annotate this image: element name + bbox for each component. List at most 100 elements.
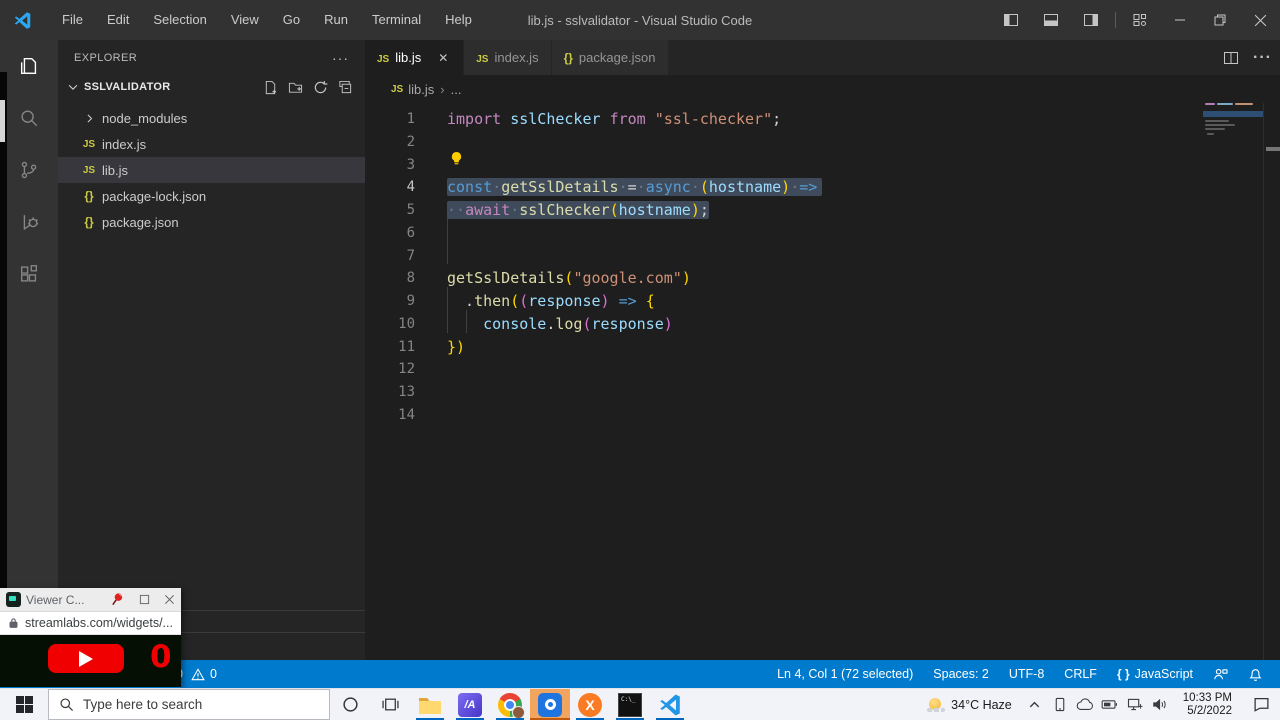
taskbar-app-vscode[interactable] bbox=[650, 689, 690, 720]
activitybar-extensions[interactable] bbox=[0, 248, 58, 300]
close-button[interactable] bbox=[1240, 0, 1280, 40]
lock-icon bbox=[8, 617, 19, 629]
capture-artifact-strip bbox=[0, 72, 7, 660]
menu-file[interactable]: File bbox=[50, 0, 95, 40]
pin-icon[interactable] bbox=[110, 592, 125, 607]
cloud-icon[interactable] bbox=[1076, 698, 1094, 711]
close-tab-icon[interactable]: ✕ bbox=[435, 51, 451, 65]
cortana-button[interactable] bbox=[330, 689, 370, 720]
weather-text: 34°C Haze bbox=[951, 698, 1012, 712]
tree-item-node-modules[interactable]: node_modules bbox=[58, 105, 365, 131]
taskbar-clock[interactable]: 10:33 PM 5/2/2022 bbox=[1175, 692, 1242, 718]
activitybar-run-debug[interactable] bbox=[0, 196, 58, 248]
maximize-icon[interactable] bbox=[139, 594, 150, 605]
activitybar-search[interactable] bbox=[0, 92, 58, 144]
code-line: 4const·getSslDetails·=·async·(hostname)·… bbox=[365, 176, 1280, 199]
breadcrumb-file[interactable]: lib.js bbox=[408, 82, 434, 97]
taskbar-app-chrome[interactable] bbox=[490, 689, 530, 720]
line-number: 6 bbox=[365, 222, 415, 245]
taskbar-app-streamlabs[interactable] bbox=[530, 689, 570, 720]
eol-sequence[interactable]: CRLF bbox=[1059, 667, 1102, 681]
taskbar-app-purple-app[interactable]: /A bbox=[450, 689, 490, 720]
encoding[interactable]: UTF-8 bbox=[1004, 667, 1049, 681]
code-line: 8getSslDetails("google.com") bbox=[365, 267, 1280, 290]
speaker-icon[interactable] bbox=[1151, 698, 1169, 711]
menu-selection[interactable]: Selection bbox=[141, 0, 218, 40]
popup-address-bar[interactable]: streamlabs.com/widgets/... bbox=[0, 612, 181, 635]
taskbar-app-xampp[interactable]: X bbox=[570, 689, 610, 720]
taskbar-app-file-explorer[interactable] bbox=[410, 689, 450, 720]
taskbar-search[interactable] bbox=[48, 689, 330, 720]
breadcrumb[interactable]: JS lib.js › ... bbox=[365, 75, 1280, 103]
restore-button[interactable] bbox=[1200, 0, 1240, 40]
close-icon[interactable] bbox=[164, 594, 175, 605]
source-control-icon bbox=[18, 159, 40, 181]
customize-layout-icon[interactable] bbox=[1120, 0, 1160, 40]
tree-item-index-js[interactable]: JSindex.js bbox=[58, 131, 365, 157]
activitybar-explorer[interactable] bbox=[0, 40, 58, 92]
taskbar-app-terminal[interactable]: C:\_ bbox=[610, 689, 650, 720]
extensions-icon bbox=[18, 263, 40, 285]
breadcrumb-more[interactable]: ... bbox=[451, 82, 462, 97]
chevron-down-icon bbox=[66, 80, 80, 94]
scrollbar-thumb-artifact bbox=[0, 100, 5, 142]
phone-icon[interactable] bbox=[1051, 697, 1069, 712]
start-button[interactable] bbox=[0, 689, 48, 720]
activitybar-source-control[interactable] bbox=[0, 144, 58, 196]
battery-icon[interactable] bbox=[1101, 699, 1119, 710]
tab-lib-js[interactable]: JSlib.js✕ bbox=[365, 40, 464, 75]
windows-taskbar: /A XC:\_ 34°C Haze 10:33 PM 5/2/2022 bbox=[0, 688, 1280, 720]
toggle-secondary-sidebar-icon[interactable] bbox=[1071, 0, 1111, 40]
js-file-icon: JS bbox=[391, 84, 403, 95]
menu-edit[interactable]: Edit bbox=[95, 0, 141, 40]
tab-index-js[interactable]: JSindex.js bbox=[464, 40, 551, 75]
line-number: 13 bbox=[365, 381, 415, 404]
menu-run[interactable]: Run bbox=[312, 0, 360, 40]
refresh-icon[interactable] bbox=[313, 80, 328, 95]
language-mode[interactable]: { } JavaScript bbox=[1112, 667, 1198, 681]
menu-go[interactable]: Go bbox=[271, 0, 312, 40]
new-file-icon[interactable] bbox=[263, 80, 278, 95]
split-editor-icon[interactable] bbox=[1223, 50, 1239, 66]
search-input[interactable] bbox=[83, 697, 283, 712]
code-line: 9 .then((response) => { bbox=[365, 290, 1280, 313]
tab-package-json[interactable]: {}package.json bbox=[552, 40, 669, 75]
new-folder-icon[interactable] bbox=[288, 80, 303, 95]
minimize-button[interactable] bbox=[1160, 0, 1200, 40]
notifications-bell-icon[interactable] bbox=[1243, 667, 1268, 682]
code-editor[interactable]: 1import sslChecker from "ssl-checker";23… bbox=[365, 103, 1280, 660]
code-line: 14 bbox=[365, 404, 1280, 427]
line-number: 7 bbox=[365, 245, 415, 268]
sidebar-more-icon[interactable]: ··· bbox=[332, 50, 349, 66]
tree-item-package-json[interactable]: {}package.json bbox=[58, 209, 365, 235]
more-actions-icon[interactable]: ··· bbox=[1253, 49, 1272, 67]
tree-item-lib-js[interactable]: JSlib.js bbox=[58, 157, 365, 183]
cursor-position[interactable]: Ln 4, Col 1 (72 selected) bbox=[772, 667, 918, 681]
network-icon[interactable] bbox=[1126, 698, 1144, 711]
indentation[interactable]: Spaces: 2 bbox=[928, 667, 994, 681]
screen: FileEditSelectionViewGoRunTerminalHelp l… bbox=[0, 0, 1280, 720]
code-line: 7 bbox=[365, 245, 1280, 268]
tree-item-package-lock-json[interactable]: {}package-lock.json bbox=[58, 183, 365, 209]
chevron-up-icon[interactable] bbox=[1026, 697, 1044, 712]
feedback-icon[interactable] bbox=[1208, 667, 1233, 682]
popup-title-bar[interactable]: Viewer C... bbox=[0, 588, 181, 612]
task-view-button[interactable] bbox=[370, 689, 410, 720]
action-center-button[interactable] bbox=[1242, 696, 1280, 713]
toggle-panel-icon[interactable] bbox=[1031, 0, 1071, 40]
collapse-all-icon[interactable] bbox=[338, 80, 353, 95]
code-text: }) bbox=[447, 336, 465, 359]
divider bbox=[1115, 12, 1116, 28]
popup-url[interactable]: streamlabs.com/widgets/... bbox=[25, 616, 173, 630]
menu-help[interactable]: Help bbox=[433, 0, 484, 40]
weather-widget[interactable]: 34°C Haze bbox=[919, 698, 1020, 712]
workspace-section-header[interactable]: SSLVALIDATOR bbox=[58, 75, 365, 99]
menu-terminal[interactable]: Terminal bbox=[360, 0, 433, 40]
tab-label: index.js bbox=[494, 50, 538, 65]
tab-label: package.json bbox=[579, 50, 656, 65]
chrome-icon bbox=[498, 693, 522, 717]
explorer-sidebar: EXPLORER ··· SSLVALIDATOR node_modulesJS… bbox=[58, 40, 365, 660]
toggle-sidebar-icon[interactable] bbox=[991, 0, 1031, 40]
menu-view[interactable]: View bbox=[219, 0, 271, 40]
code-line: 11}) bbox=[365, 336, 1280, 359]
